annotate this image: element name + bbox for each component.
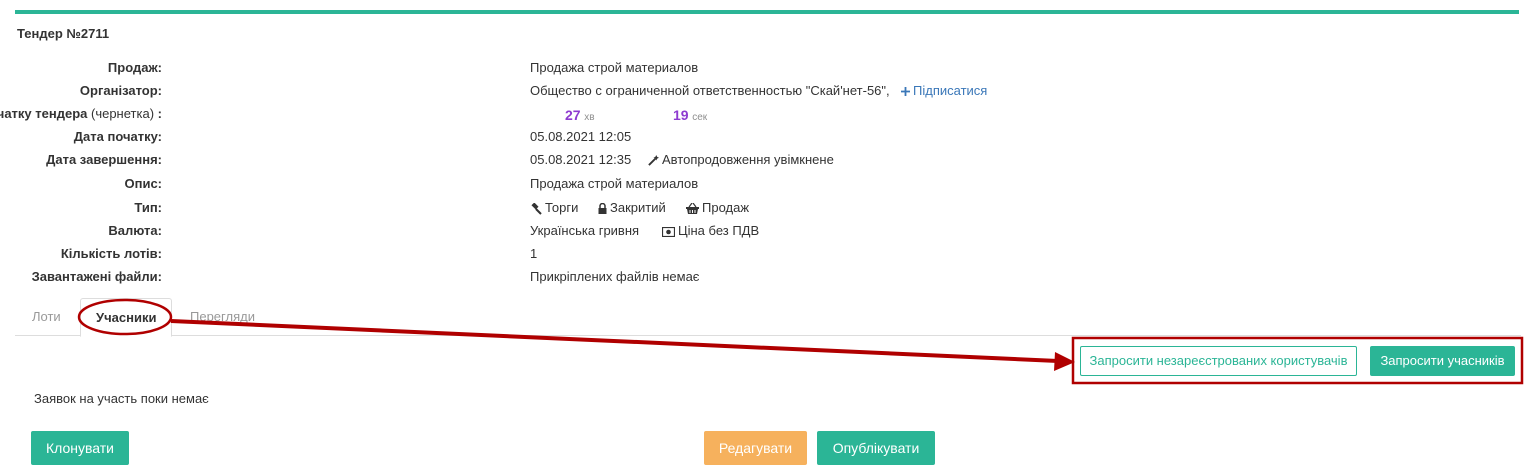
lots-count-value: 1 [530,246,538,261]
tabs-divider [15,335,1521,336]
sale-value: Продажа строй материалов [530,60,699,75]
sale-label: Продаж: [107,60,162,75]
info-row-sale: Продаж: Продажа строй материалов [0,58,1200,78]
magic-wand-icon [648,155,659,166]
start-label: Дата початку: [73,129,162,144]
money-icon [662,226,675,237]
currency-label: Валюта: [108,223,162,238]
files-label: Завантажені файли: [31,269,162,284]
lock-icon [598,203,607,215]
plus-icon [901,87,910,97]
countdown-label: До початку тендера (чернетка) : [0,106,162,121]
info-row-organizer: Організатор: Общество с ограниченной отв… [0,81,1200,101]
info-row-end: Дата завершення: 05.08.2021 12:35 Автопр… [0,150,1200,170]
info-row-countdown: До початку тендера (чернетка) : 27 хв 19… [0,104,1200,124]
end-value: 05.08.2021 12:35 [530,152,632,167]
tab-lots[interactable]: Лоти [17,298,76,335]
gavel-icon [531,202,542,215]
subscribe-label: Підписатися [913,83,988,98]
countdown-seconds: 19 сек [673,107,708,123]
invite-participants-button[interactable]: Запросити учасників [1370,346,1515,376]
organizer-label: Організатор: [79,83,162,98]
type-label: Тип: [134,200,162,215]
page-title: Тендер №2711 [17,26,110,41]
annotation-arrow-head [1054,352,1075,371]
files-value: Прикріплених файлів немає [530,269,700,284]
type-closed: Закритий [598,198,666,218]
start-value: 05.08.2021 12:05 [530,129,632,144]
basket-icon [686,203,699,215]
info-row-lots-count: Кількість лотів: 1 [0,244,1200,264]
desc-value: Продажа строй материалов [530,176,699,191]
info-row-currency: Валюта: Українська гривня Ціна без ПДВ [0,221,1200,241]
no-applications-note: Заявок на участь поки немає [34,391,209,406]
currency-value: Українська гривня [530,223,640,238]
info-row-type: Тип: Торги Закритий Продаж [0,198,1200,218]
edit-button[interactable]: Редагувати [704,431,807,465]
desc-label: Опис: [124,176,162,191]
top-accent-bar [15,10,1519,14]
vat-info: Ціна без ПДВ [662,221,759,241]
tab-views[interactable]: Перегляди [175,298,270,335]
subscribe-link[interactable]: Підписатися [901,81,987,101]
publish-button[interactable]: Опублікувати [817,431,935,465]
countdown-minutes: 27 хв [565,107,595,123]
auto-extend: Автопродовження увімкнене [648,150,834,170]
clone-button[interactable]: Клонувати [31,431,129,465]
annotation-arrow-line [170,319,1059,363]
info-row-desc: Опис: Продажа строй материалов [0,174,1200,194]
type-sale: Продаж [686,198,749,218]
auto-extend-label: Автопродовження увімкнене [662,152,834,167]
end-label: Дата завершення: [46,152,162,167]
info-row-start: Дата початку: 05.08.2021 12:05 [0,127,1200,147]
invite-unregistered-button[interactable]: Запросити незареєстрованих користувачів [1080,346,1357,376]
organizer-value: Общество с ограниченной ответственностью… [530,83,890,98]
tab-participants[interactable]: Учасники [80,298,173,337]
type-auction: Торги [530,198,578,218]
info-row-files: Завантажені файли: Прикріплених файлів н… [0,267,1200,287]
lots-count-label: Кількість лотів: [60,246,162,261]
